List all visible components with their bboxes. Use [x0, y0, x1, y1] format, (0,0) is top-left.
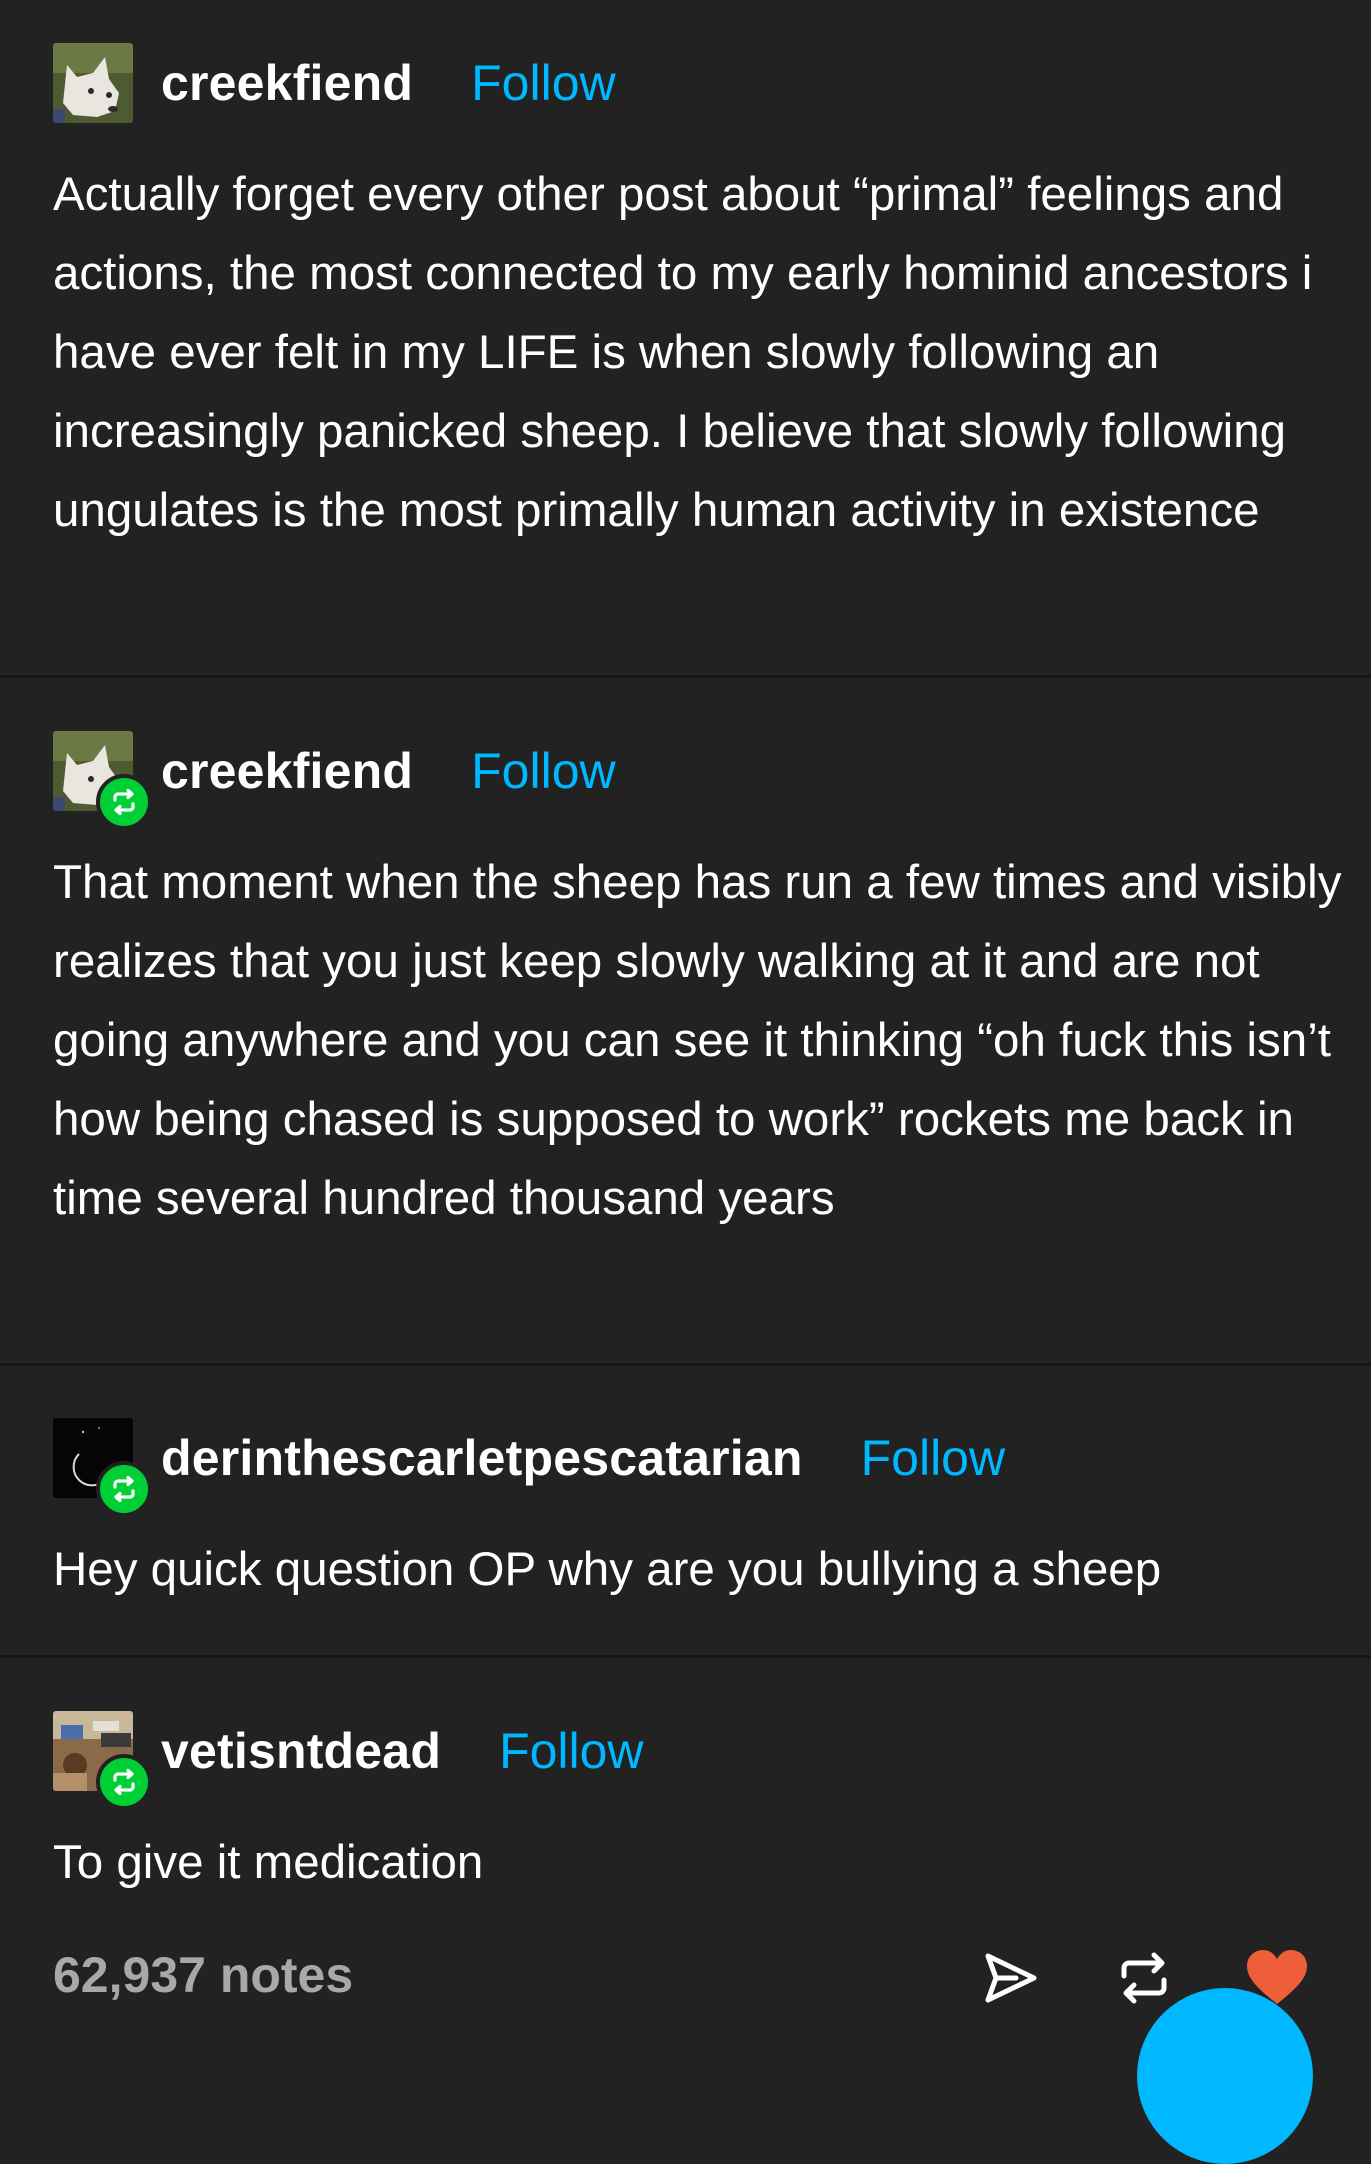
follow-button[interactable]: Follow	[471, 54, 615, 112]
post-username[interactable]: creekfiend	[161, 54, 413, 112]
notes-count[interactable]: 62,937 notes	[53, 1946, 353, 2004]
white-dog-avatar-icon[interactable]	[53, 43, 133, 123]
reblog-badge	[96, 1461, 152, 1517]
reblog-badge	[96, 774, 152, 830]
post-header: derinthescarletpescatarian Follow	[53, 1418, 1005, 1517]
post-header: creekfiend Follow	[53, 43, 616, 123]
share-button[interactable]	[978, 1946, 1042, 2010]
reblog-icon	[113, 1475, 135, 1503]
reblog-icon	[113, 788, 135, 816]
share-icon	[985, 1953, 1037, 2003]
post-body-text: That moment when the sheep has run a few…	[53, 856, 1342, 1225]
reblog-icon	[113, 1768, 135, 1796]
post-username[interactable]: vetisntdead	[161, 1722, 441, 1780]
avatar-container[interactable]	[53, 731, 152, 830]
post-reblog: creekfiend Follow That moment when the s…	[0, 678, 1371, 1366]
post-body-text: To give it medication	[53, 1836, 484, 1889]
post-username[interactable]: derinthescarletpescatarian	[161, 1429, 803, 1487]
avatar-container[interactable]	[53, 43, 133, 123]
post-original: creekfiend Follow Actually forget every …	[0, 0, 1371, 678]
reblog-icon	[1121, 1952, 1167, 2004]
follow-button[interactable]: Follow	[471, 742, 615, 800]
post-reblog: derinthescarletpescatarian Follow Hey qu…	[0, 1366, 1371, 1658]
avatar-container[interactable]	[53, 1418, 152, 1517]
post-header: creekfiend Follow	[53, 731, 616, 830]
follow-button[interactable]: Follow	[861, 1429, 1005, 1487]
post-username[interactable]: creekfiend	[161, 742, 413, 800]
post-body-text: Actually forget every other post about “…	[53, 168, 1313, 537]
post-reblog: vetisntdead Follow To give it medication	[0, 1658, 1371, 1920]
follow-button[interactable]: Follow	[499, 1722, 643, 1780]
avatar-container[interactable]	[53, 1711, 152, 1810]
compose-fab-button[interactable]	[1137, 1988, 1313, 2164]
reblog-button[interactable]	[1112, 1946, 1176, 2010]
post-body-text: Hey quick question OP why are you bullyi…	[53, 1543, 1162, 1596]
reblog-badge	[96, 1754, 152, 1810]
post-header: vetisntdead Follow	[53, 1711, 644, 1810]
